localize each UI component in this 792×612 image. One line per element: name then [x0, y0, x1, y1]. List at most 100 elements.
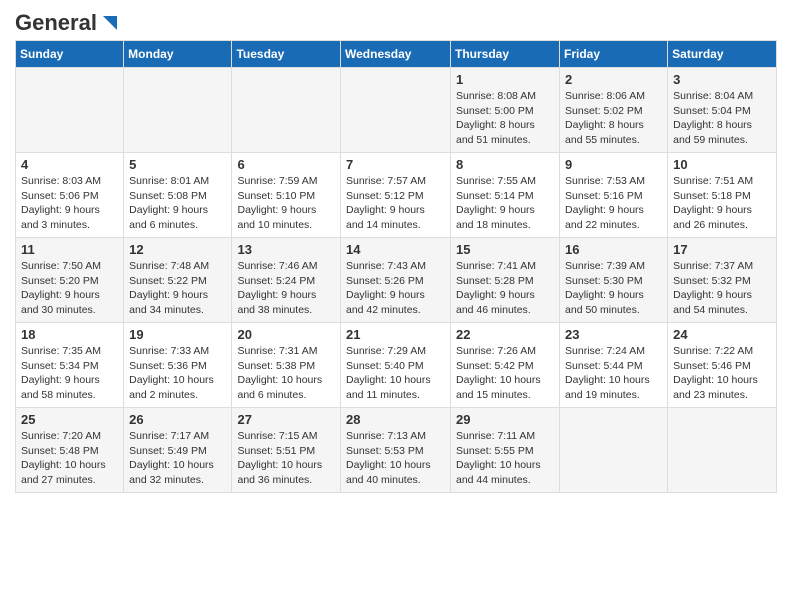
- day-number: 4: [21, 157, 118, 172]
- day-number: 20: [237, 327, 335, 342]
- calendar-cell: 27 Sunrise: 7:15 AMSunset: 5:51 PMDayligh…: [232, 408, 341, 493]
- day-header-saturday: Saturday: [668, 41, 777, 68]
- day-number: 8: [456, 157, 554, 172]
- day-info: Sunrise: 7:29 AMSunset: 5:40 PMDaylight:…: [346, 344, 445, 403]
- day-number: 1: [456, 72, 554, 87]
- day-info: Sunrise: 7:35 AMSunset: 5:34 PMDaylight:…: [21, 344, 118, 403]
- day-number: 5: [129, 157, 226, 172]
- calendar-cell: [560, 408, 668, 493]
- day-number: 17: [673, 242, 771, 257]
- day-info: Sunrise: 8:08 AMSunset: 5:00 PMDaylight:…: [456, 89, 554, 148]
- day-number: 12: [129, 242, 226, 257]
- calendar-cell: 13 Sunrise: 7:46 AMSunset: 5:24 PMDayligh…: [232, 238, 341, 323]
- calendar-cell: 26Sunrise: 7:17 AMSunset: 5:49 PMDayligh…: [124, 408, 232, 493]
- calendar-cell: 17 Sunrise: 7:37 AMSunset: 5:32 PMDayligh…: [668, 238, 777, 323]
- calendar-cell: 12 Sunrise: 7:48 AMSunset: 5:22 PMDayligh…: [124, 238, 232, 323]
- day-info: Sunrise: 7:46 AMSunset: 5:24 PMDaylight:…: [237, 259, 335, 318]
- calendar-cell: 22 Sunrise: 7:26 AMSunset: 5:42 PMDayligh…: [451, 323, 560, 408]
- day-info: Sunrise: 7:43 AMSunset: 5:26 PMDaylight:…: [346, 259, 445, 318]
- calendar-cell: 2 Sunrise: 8:06 AMSunset: 5:02 PMDaylight…: [560, 68, 668, 153]
- calendar-cell: 16 Sunrise: 7:39 AMSunset: 5:30 PMDayligh…: [560, 238, 668, 323]
- day-header-tuesday: Tuesday: [232, 41, 341, 68]
- day-info: Sunrise: 7:48 AMSunset: 5:22 PMDaylight:…: [129, 259, 226, 318]
- calendar-cell: 1 Sunrise: 8:08 AMSunset: 5:00 PMDaylight…: [451, 68, 560, 153]
- day-info: Sunrise: 7:37 AMSunset: 5:32 PMDaylight:…: [673, 259, 771, 318]
- day-info: Sunrise: 7:39 AMSunset: 5:30 PMDaylight:…: [565, 259, 662, 318]
- calendar-cell: [232, 68, 341, 153]
- day-header-friday: Friday: [560, 41, 668, 68]
- calendar-cell: 10 Sunrise: 7:51 AMSunset: 5:18 PMDayligh…: [668, 153, 777, 238]
- calendar-cell: 25 Sunrise: 7:20 AMSunset: 5:48 PMDayligh…: [16, 408, 124, 493]
- calendar-cell: 20 Sunrise: 7:31 AMSunset: 5:38 PMDayligh…: [232, 323, 341, 408]
- day-number: 26: [129, 412, 226, 427]
- day-header-thursday: Thursday: [451, 41, 560, 68]
- day-number: 14: [346, 242, 445, 257]
- day-number: 2: [565, 72, 662, 87]
- day-info: Sunrise: 7:22 AMSunset: 5:46 PMDaylight:…: [673, 344, 771, 403]
- calendar-cell: 8 Sunrise: 7:55 AMSunset: 5:14 PMDaylight…: [451, 153, 560, 238]
- day-info: Sunrise: 8:06 AMSunset: 5:02 PMDaylight:…: [565, 89, 662, 148]
- calendar-cell: 3 Sunrise: 8:04 AMSunset: 5:04 PMDaylight…: [668, 68, 777, 153]
- day-info: Sunrise: 7:55 AMSunset: 5:14 PMDaylight:…: [456, 174, 554, 233]
- calendar-cell: 14 Sunrise: 7:43 AMSunset: 5:26 PMDayligh…: [341, 238, 451, 323]
- day-info: Sunrise: 7:31 AMSunset: 5:38 PMDaylight:…: [237, 344, 335, 403]
- logo-icon: [99, 12, 121, 34]
- logo-general: General: [15, 10, 97, 36]
- calendar-cell: 28 Sunrise: 7:13 AMSunset: 5:53 PMDayligh…: [341, 408, 451, 493]
- day-number: 6: [237, 157, 335, 172]
- calendar-cell: [16, 68, 124, 153]
- calendar-cell: 4 Sunrise: 8:03 AMSunset: 5:06 PMDaylight…: [16, 153, 124, 238]
- calendar-cell: 6 Sunrise: 7:59 AMSunset: 5:10 PMDaylight…: [232, 153, 341, 238]
- day-info: Sunrise: 7:59 AMSunset: 5:10 PMDaylight:…: [237, 174, 335, 233]
- day-info: Sunrise: 7:11 AMSunset: 5:55 PMDaylight:…: [456, 429, 554, 488]
- calendar-cell: 29 Sunrise: 7:11 AMSunset: 5:55 PMDayligh…: [451, 408, 560, 493]
- day-number: 10: [673, 157, 771, 172]
- calendar-cell: 19 Sunrise: 7:33 AMSunset: 5:36 PMDayligh…: [124, 323, 232, 408]
- day-number: 29: [456, 412, 554, 427]
- day-number: 16: [565, 242, 662, 257]
- day-number: 27: [237, 412, 335, 427]
- day-number: 22: [456, 327, 554, 342]
- day-number: 28: [346, 412, 445, 427]
- day-info: Sunrise: 7:33 AMSunset: 5:36 PMDaylight:…: [129, 344, 226, 403]
- calendar-cell: 7 Sunrise: 7:57 AMSunset: 5:12 PMDaylight…: [341, 153, 451, 238]
- day-info: Sunrise: 7:20 AMSunset: 5:48 PMDaylight:…: [21, 429, 118, 488]
- day-number: 13: [237, 242, 335, 257]
- day-info: Sunrise: 7:15 AMSunset: 5:51 PMDaylight:…: [237, 429, 335, 488]
- logo: General: [15, 10, 121, 32]
- day-info: Sunrise: 7:41 AMSunset: 5:28 PMDaylight:…: [456, 259, 554, 318]
- day-number: 21: [346, 327, 445, 342]
- day-info: Sunrise: 7:57 AMSunset: 5:12 PMDaylight:…: [346, 174, 445, 233]
- day-info: Sunrise: 7:24 AMSunset: 5:44 PMDaylight:…: [565, 344, 662, 403]
- calendar-cell: 21 Sunrise: 7:29 AMSunset: 5:40 PMDayligh…: [341, 323, 451, 408]
- page-header: General: [15, 10, 777, 32]
- day-number: 7: [346, 157, 445, 172]
- day-header-sunday: Sunday: [16, 41, 124, 68]
- day-number: 19: [129, 327, 226, 342]
- day-number: 11: [21, 242, 118, 257]
- day-number: 15: [456, 242, 554, 257]
- calendar-cell: [668, 408, 777, 493]
- calendar-table: SundayMondayTuesdayWednesdayThursdayFrid…: [15, 40, 777, 493]
- day-header-monday: Monday: [124, 41, 232, 68]
- day-info: Sunrise: 7:51 AMSunset: 5:18 PMDaylight:…: [673, 174, 771, 233]
- calendar-cell: 9Sunrise: 7:53 AMSunset: 5:16 PMDaylight…: [560, 153, 668, 238]
- day-info: Sunrise: 7:50 AMSunset: 5:20 PMDaylight:…: [21, 259, 118, 318]
- calendar-cell: [341, 68, 451, 153]
- calendar-cell: 24Sunrise: 7:22 AMSunset: 5:46 PMDayligh…: [668, 323, 777, 408]
- calendar-cell: 5Sunrise: 8:01 AMSunset: 5:08 PMDaylight…: [124, 153, 232, 238]
- day-info: Sunrise: 7:26 AMSunset: 5:42 PMDaylight:…: [456, 344, 554, 403]
- day-number: 18: [21, 327, 118, 342]
- calendar-cell: [124, 68, 232, 153]
- calendar-cell: 18 Sunrise: 7:35 AMSunset: 5:34 PMDayligh…: [16, 323, 124, 408]
- day-number: 25: [21, 412, 118, 427]
- day-number: 3: [673, 72, 771, 87]
- day-info: Sunrise: 8:04 AMSunset: 5:04 PMDaylight:…: [673, 89, 771, 148]
- day-number: 23: [565, 327, 662, 342]
- day-info: Sunrise: 8:03 AMSunset: 5:06 PMDaylight:…: [21, 174, 118, 233]
- day-info: Sunrise: 7:13 AMSunset: 5:53 PMDaylight:…: [346, 429, 445, 488]
- calendar-cell: 15 Sunrise: 7:41 AMSunset: 5:28 PMDayligh…: [451, 238, 560, 323]
- day-header-wednesday: Wednesday: [341, 41, 451, 68]
- day-number: 9: [565, 157, 662, 172]
- calendar-cell: 23 Sunrise: 7:24 AMSunset: 5:44 PMDayligh…: [560, 323, 668, 408]
